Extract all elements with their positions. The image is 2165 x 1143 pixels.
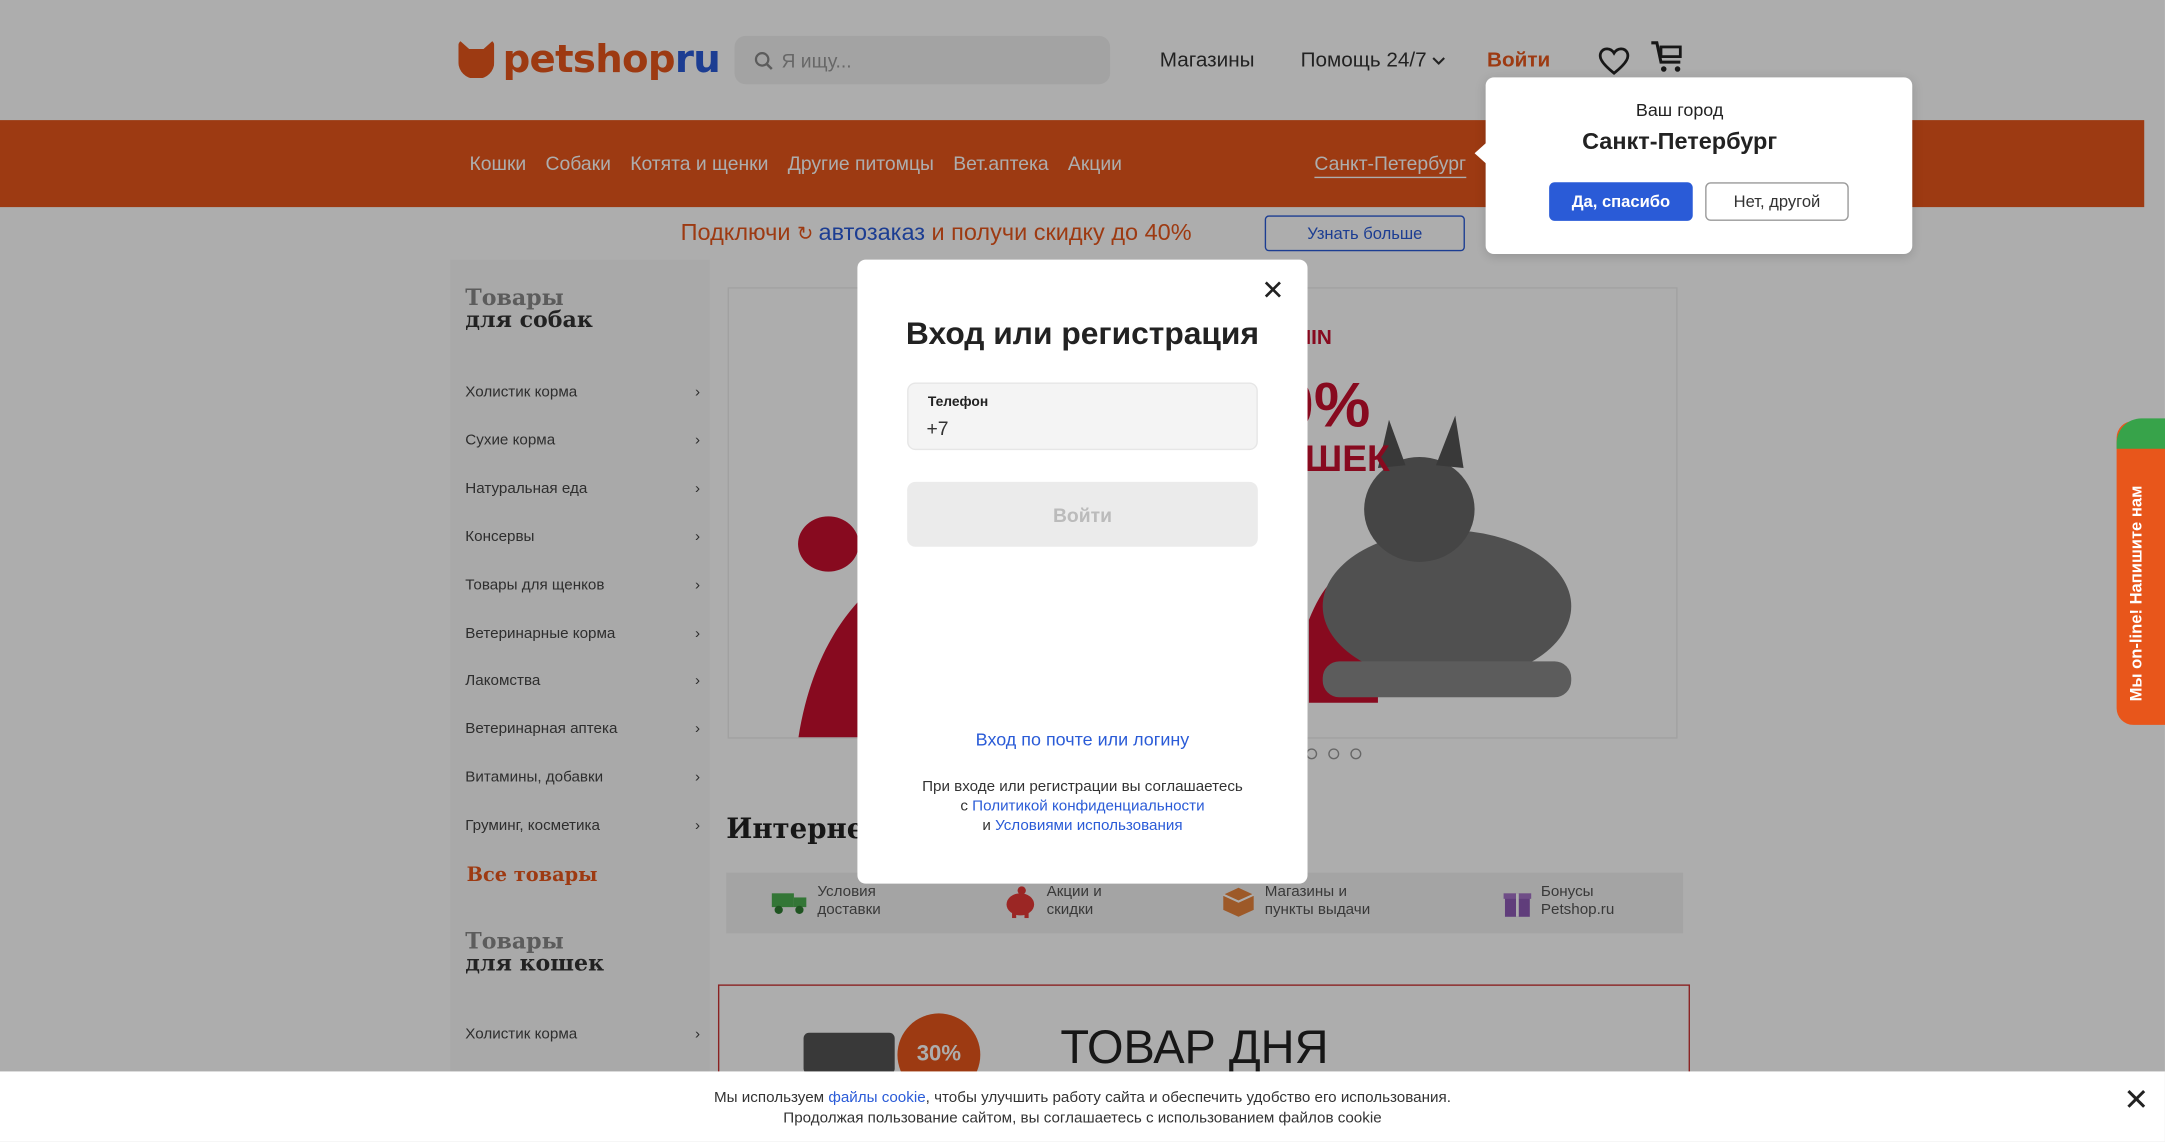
city-popup-label: Ваш город: [1635, 99, 1724, 121]
close-icon[interactable]: ✕: [1261, 278, 1286, 306]
close-cookie-icon[interactable]: ✕: [2124, 1082, 2149, 1118]
phone-field[interactable]: [907, 382, 1258, 451]
confirm-city-button[interactable]: Да, спасибо: [1549, 182, 1693, 221]
email-login-link[interactable]: Вход по почте или логину: [857, 729, 1307, 750]
privacy-policy-link[interactable]: Политикой конфиденциальности: [972, 798, 1204, 815]
terms-text: При входе или регистрации вы соглашаетес…: [922, 778, 1243, 834]
change-city-button[interactable]: Нет, другой: [1705, 182, 1849, 221]
city-popup-city: Санкт-Петербург: [1582, 128, 1778, 155]
phone-input[interactable]: +7: [926, 417, 948, 439]
submit-login-button[interactable]: Войти: [907, 481, 1258, 547]
page: petshopru Я ищу... Магазины Помощь 24/7 …: [0, 0, 2165, 1142]
modal-title: Вход или регистрация: [905, 314, 1259, 351]
phone-label: Телефон: [927, 394, 989, 411]
cookie-text: Мы используем файлы cookie, чтобы улучши…: [714, 1089, 1451, 1127]
terms-of-use-link[interactable]: Условиями использования: [995, 817, 1183, 834]
cookie-link[interactable]: файлы cookie: [828, 1089, 925, 1106]
chat-tab-label: Мы on-line! Напишите нам: [2126, 485, 2146, 702]
